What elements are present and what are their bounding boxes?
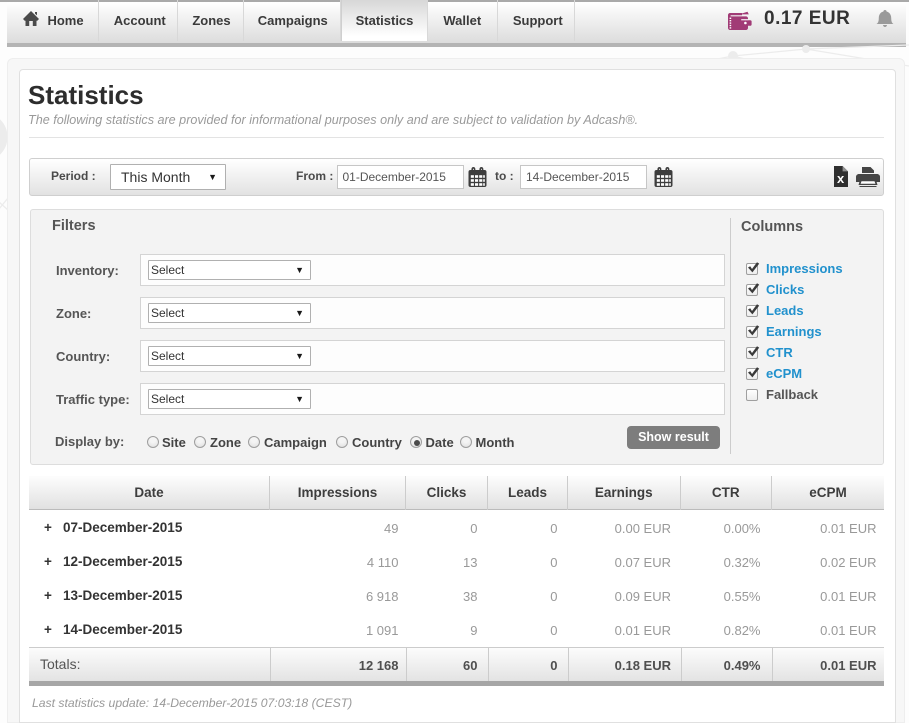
svg-text:x: x <box>837 171 845 186</box>
